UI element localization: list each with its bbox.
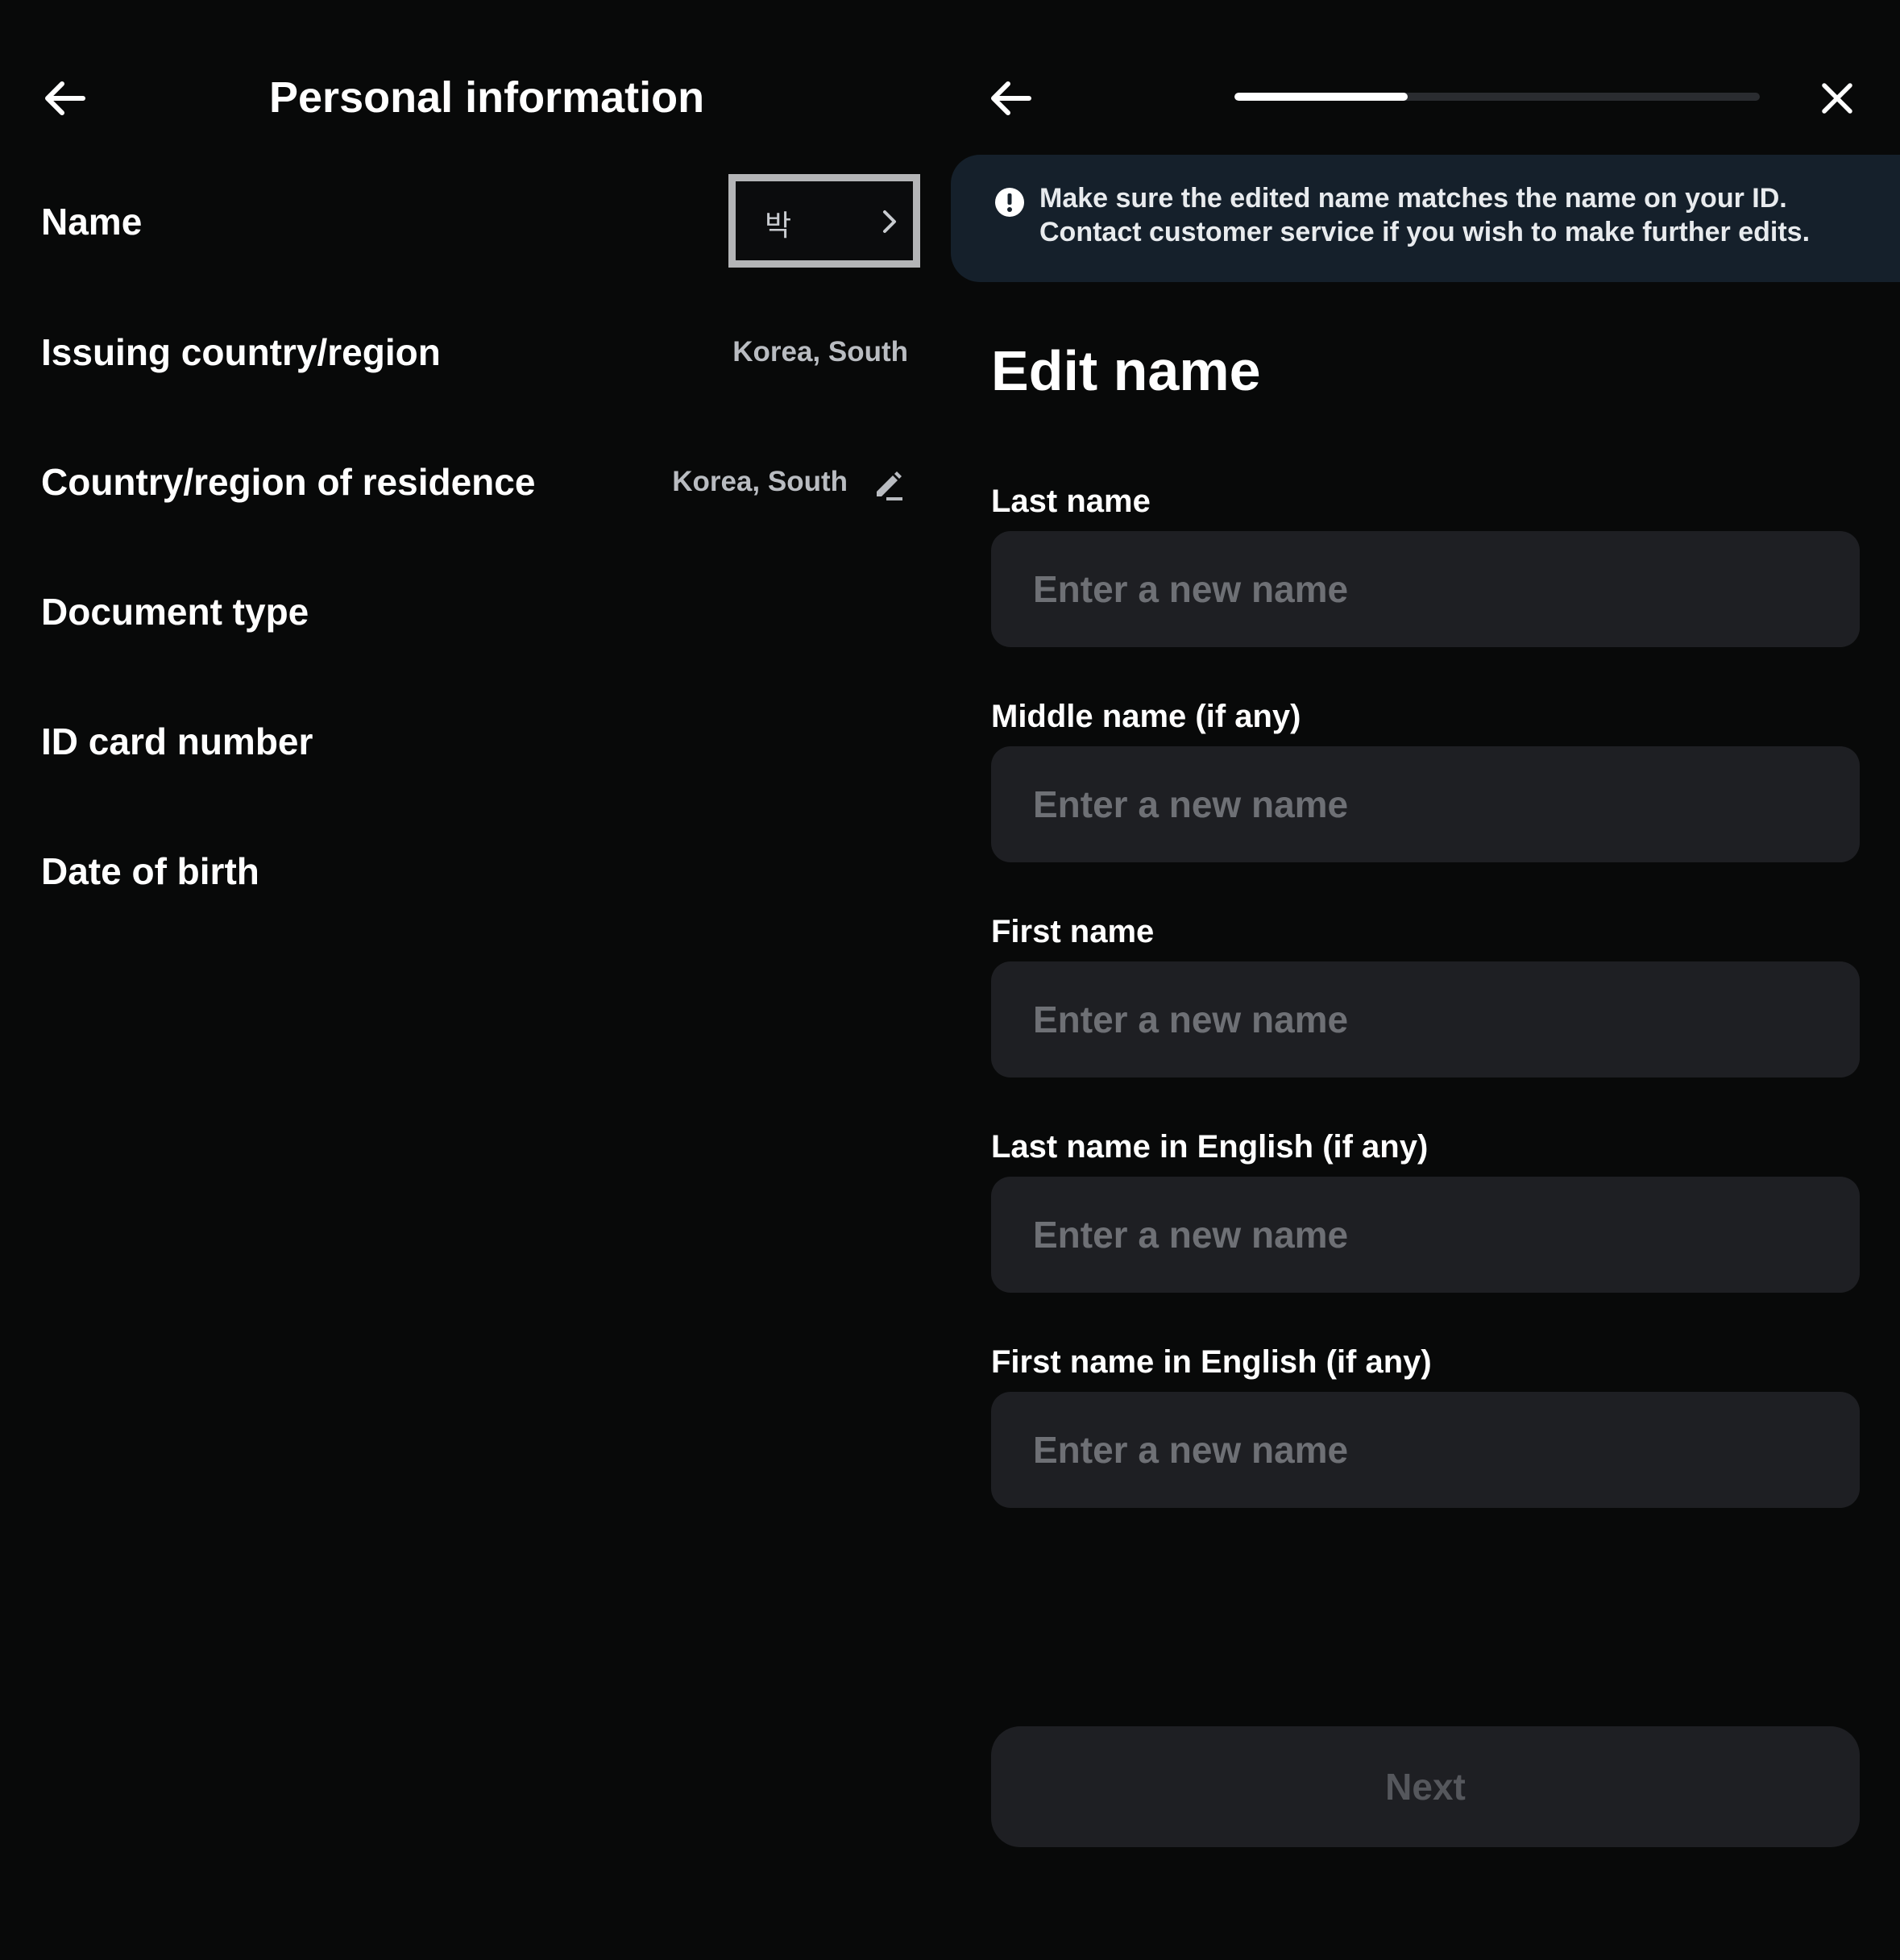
back-button[interactable] bbox=[978, 66, 1043, 131]
info-row-date-of-birth: Date of birth bbox=[0, 811, 943, 932]
last-name-label: Last name bbox=[991, 484, 1151, 519]
residence-label: Country/region of residence bbox=[41, 461, 536, 503]
arrow-left-icon bbox=[991, 81, 1031, 115]
edit-name-title: Edit name bbox=[991, 339, 1261, 402]
residence-value: Korea, South bbox=[672, 466, 848, 497]
document-type-label: Document type bbox=[41, 591, 309, 633]
page-title: Personal information bbox=[269, 73, 705, 122]
date-of-birth-label: Date of birth bbox=[41, 850, 259, 892]
name-value-button[interactable]: 박 bbox=[728, 174, 920, 268]
chevron-right-icon bbox=[883, 210, 896, 233]
edit-name-panel: Make sure the edited name matches the na… bbox=[951, 0, 1900, 1960]
progress-bar bbox=[1234, 93, 1760, 101]
info-row-document-type: Document type bbox=[0, 551, 943, 672]
notice-banner: Make sure the edited name matches the na… bbox=[951, 155, 1900, 282]
back-button[interactable] bbox=[32, 66, 97, 131]
name-label: Name bbox=[41, 201, 143, 243]
notice-text-line-2: Contact customer service if you wish to … bbox=[1039, 217, 1811, 247]
issuing-country-value: Korea, South bbox=[732, 336, 908, 368]
first-name-english-input[interactable] bbox=[991, 1392, 1860, 1508]
exclamation-circle-icon bbox=[995, 188, 1024, 217]
next-button[interactable]: Next bbox=[991, 1726, 1860, 1847]
personal-info-panel: Personal information Name 박 Issuing coun… bbox=[0, 0, 943, 1960]
last-name-english-input[interactable] bbox=[991, 1177, 1860, 1293]
notice-text-line-1: Make sure the edited name matches the na… bbox=[1039, 183, 1787, 214]
first-name-english-label: First name in English (if any) bbox=[991, 1344, 1432, 1380]
progress-fill bbox=[1234, 93, 1408, 101]
first-name-input[interactable] bbox=[991, 961, 1860, 1078]
info-row-residence[interactable]: Country/region of residence Korea, South bbox=[0, 421, 943, 542]
info-row-issuing-country: Issuing country/region Korea, South bbox=[0, 292, 943, 413]
name-value: 박 bbox=[765, 209, 792, 242]
app-screen: Personal information Name 박 Issuing coun… bbox=[0, 0, 1900, 1960]
close-icon bbox=[1822, 83, 1852, 114]
first-name-label: First name bbox=[991, 914, 1155, 949]
middle-name-label: Middle name (if any) bbox=[991, 699, 1301, 734]
arrow-left-icon bbox=[45, 81, 85, 115]
last-name-english-label: Last name in English (if any) bbox=[991, 1129, 1429, 1165]
personal-info-header: Personal information bbox=[0, 48, 943, 153]
issuing-country-label: Issuing country/region bbox=[41, 331, 441, 373]
info-row-id-card-number: ID card number bbox=[0, 681, 943, 802]
id-card-number-label: ID card number bbox=[41, 720, 313, 762]
pencil-icon[interactable] bbox=[872, 467, 906, 501]
last-name-input[interactable] bbox=[991, 531, 1860, 647]
close-button[interactable] bbox=[1805, 66, 1869, 131]
middle-name-input[interactable] bbox=[991, 746, 1860, 862]
